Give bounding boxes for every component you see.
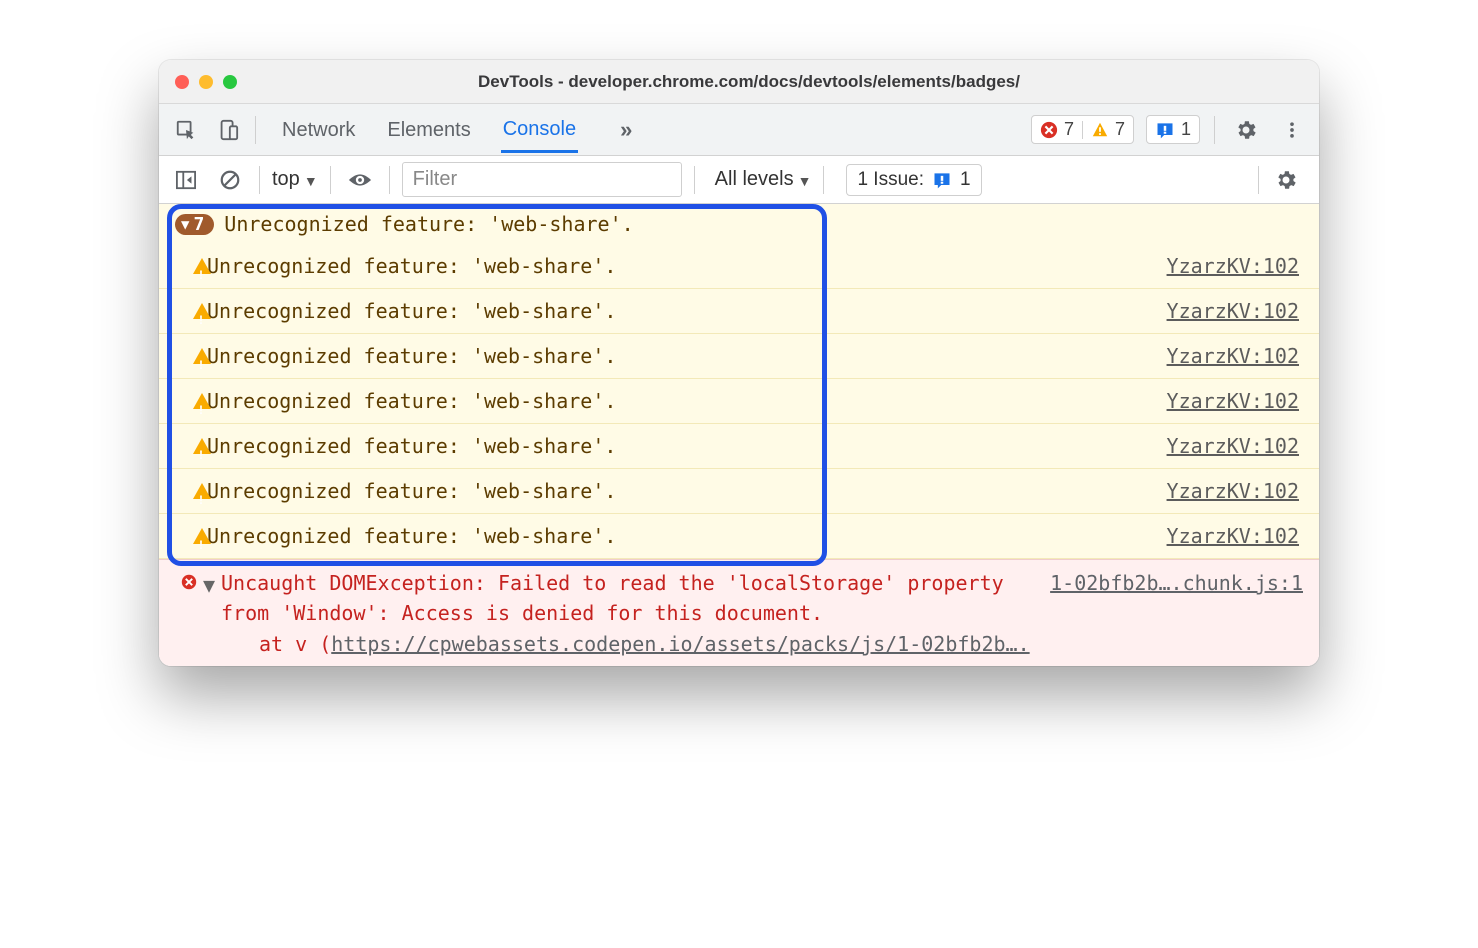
warning-count: 7 <box>1115 119 1125 140</box>
error-icon <box>181 568 203 590</box>
issue-icon <box>932 170 952 190</box>
warning-icon <box>181 432 207 460</box>
traffic-lights <box>175 75 237 89</box>
issues-button[interactable]: 1 Issue: 1 <box>846 164 981 196</box>
warning-message: Unrecognized feature: 'web-share'. <box>207 297 616 325</box>
warning-icon <box>181 522 207 550</box>
warning-icon <box>1091 121 1109 139</box>
tab-console[interactable]: Console <box>501 106 578 153</box>
chevron-down-icon: ▼ <box>798 173 812 189</box>
levels-label: All levels <box>715 168 794 191</box>
warning-message: Unrecognized feature: 'web-share'. <box>207 387 616 415</box>
kebab-menu-icon[interactable] <box>1275 113 1309 147</box>
warning-source-link[interactable]: YzarzKV:102 <box>1167 342 1303 370</box>
error-source-link[interactable]: 1-02bfb2b….chunk.js:1 <box>1050 568 1303 598</box>
warning-icon <box>181 342 207 370</box>
panel-tabs: Network Elements Console » <box>280 106 632 153</box>
warning-row[interactable]: Unrecognized feature: 'web-share'. YzarzK… <box>159 244 1319 289</box>
maximize-window-button[interactable] <box>223 75 237 89</box>
warning-message: Unrecognized feature: 'web-share'. <box>207 342 616 370</box>
expand-arrow-icon[interactable]: ▼ <box>203 568 221 600</box>
issues-count: 1 <box>1181 119 1191 140</box>
issue-icon <box>1155 120 1175 140</box>
warning-message: Unrecognized feature: 'web-share'. <box>207 477 616 505</box>
warning-source-link[interactable]: YzarzKV:102 <box>1167 387 1303 415</box>
group-count: 7 <box>193 214 204 235</box>
live-expression-icon[interactable] <box>343 163 377 197</box>
clear-console-icon[interactable] <box>213 163 247 197</box>
warning-row[interactable]: Unrecognized feature: 'web-share'. YzarzK… <box>159 334 1319 379</box>
divider <box>823 166 824 194</box>
device-toggle-icon[interactable] <box>211 113 245 147</box>
console-body: ▼ 7 Unrecognized feature: 'web-share'. U… <box>159 204 1319 666</box>
devtools-window: DevTools - developer.chrome.com/docs/dev… <box>159 60 1319 666</box>
chevron-down-icon: ▼ <box>181 218 189 232</box>
close-window-button[interactable] <box>175 75 189 89</box>
warning-icon <box>181 252 207 280</box>
issues-label: 1 Issue: <box>857 169 924 191</box>
issues-badge[interactable]: 1 <box>1146 115 1200 144</box>
window-title: DevTools - developer.chrome.com/docs/dev… <box>255 72 1243 92</box>
warning-row[interactable]: Unrecognized feature: 'web-share'. YzarzK… <box>159 289 1319 334</box>
tab-network[interactable]: Network <box>280 107 357 152</box>
divider <box>389 166 390 194</box>
error-icon <box>1040 121 1058 139</box>
warning-message: Unrecognized feature: 'web-share'. <box>207 432 616 460</box>
warning-row[interactable]: Unrecognized feature: 'web-share'. YzarzK… <box>159 424 1319 469</box>
warning-icon <box>181 297 207 325</box>
warning-source-link[interactable]: YzarzKV:102 <box>1167 522 1303 550</box>
divider <box>259 166 260 194</box>
divider <box>330 166 331 194</box>
warning-source-link[interactable]: YzarzKV:102 <box>1167 297 1303 325</box>
inspect-element-icon[interactable] <box>169 113 203 147</box>
warning-row[interactable]: Unrecognized feature: 'web-share'. YzarzK… <box>159 379 1319 424</box>
filter-input[interactable] <box>402 162 682 197</box>
warning-group-header[interactable]: ▼ 7 Unrecognized feature: 'web-share'. <box>159 204 1319 244</box>
warning-source-link[interactable]: YzarzKV:102 <box>1167 252 1303 280</box>
main-toolbar: Network Elements Console » 7 7 1 <box>159 104 1319 156</box>
context-selector[interactable]: top ▼ <box>272 168 318 191</box>
chevron-down-icon: ▼ <box>304 173 318 189</box>
settings-icon[interactable] <box>1229 113 1263 147</box>
error-warning-counts[interactable]: 7 7 <box>1031 115 1134 144</box>
divider <box>255 116 256 144</box>
error-message: Uncaught DOMException: Failed to read th… <box>221 568 1034 628</box>
sidebar-toggle-icon[interactable] <box>169 163 203 197</box>
warning-source-link[interactable]: YzarzKV:102 <box>1167 477 1303 505</box>
titlebar: DevTools - developer.chrome.com/docs/dev… <box>159 60 1319 104</box>
more-tabs-icon[interactable]: » <box>620 117 632 143</box>
warning-source-link[interactable]: YzarzKV:102 <box>1167 432 1303 460</box>
stack-link[interactable]: https://cpwebassets.codepen.io/assets/pa… <box>331 632 1029 656</box>
warning-message: Unrecognized feature: 'web-share'. <box>207 522 616 550</box>
tab-elements[interactable]: Elements <box>385 107 472 152</box>
warning-row[interactable]: Unrecognized feature: 'web-share'. YzarzK… <box>159 514 1319 559</box>
warning-icon <box>181 477 207 505</box>
divider <box>694 166 695 194</box>
warning-message: Unrecognized feature: 'web-share'. <box>207 252 616 280</box>
warning-icon <box>181 387 207 415</box>
warning-group: ▼ 7 Unrecognized feature: 'web-share'. U… <box>159 204 1319 559</box>
group-count-pill: ▼ 7 <box>175 214 214 235</box>
console-settings-icon[interactable] <box>1269 163 1303 197</box>
log-levels-selector[interactable]: All levels ▼ <box>715 168 812 191</box>
issues-count: 1 <box>960 169 971 191</box>
error-count: 7 <box>1064 119 1074 140</box>
minimize-window-button[interactable] <box>199 75 213 89</box>
error-entry: ▼ Uncaught DOMException: Failed to read … <box>159 559 1319 666</box>
divider <box>1258 166 1259 194</box>
warning-row[interactable]: Unrecognized feature: 'web-share'. YzarzK… <box>159 469 1319 514</box>
console-toolbar: top ▼ All levels ▼ 1 Issue: 1 <box>159 156 1319 204</box>
group-message: Unrecognized feature: 'web-share'. <box>224 212 633 236</box>
divider <box>1214 116 1215 144</box>
error-stack: at v (https://cpwebassets.codepen.io/ass… <box>159 632 1319 666</box>
context-label: top <box>272 168 300 191</box>
